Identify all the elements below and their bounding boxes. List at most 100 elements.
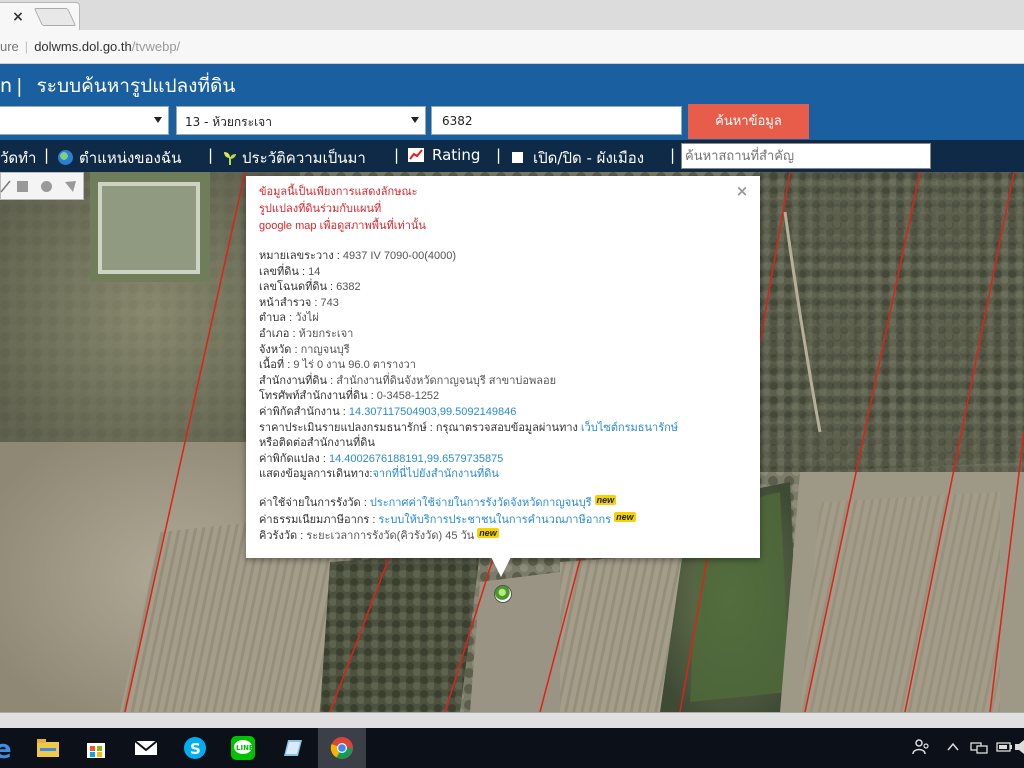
chevron-up-icon[interactable] xyxy=(946,740,960,754)
detail-label: เนื้อที่ : xyxy=(259,359,294,372)
tax-calculator-link[interactable]: ระบบให้บริการประชาชนในการคำนวณภาษีอากร xyxy=(379,514,612,526)
toolbar-item-history[interactable]: ประวัติความเป็นมา xyxy=(222,146,366,170)
detail-row-route: แสดงข้อมูลการเดินทาง:จากที่นี่ไปยังสำนัก… xyxy=(259,467,678,483)
logo-fragment: n xyxy=(0,75,13,97)
toolbar-item-measure[interactable]: วัดทำ xyxy=(0,146,36,170)
detail-label: หน้าสำรวจ : xyxy=(259,296,321,309)
site-title-text: ระบบค้นหารูปแปลงที่ดิน xyxy=(36,75,236,97)
people-icon[interactable] xyxy=(912,738,930,756)
detail-row-parcel-coord: ค่าพิกัดแปลง : 14.4002676188191,99.65797… xyxy=(259,452,678,468)
new-badge: new xyxy=(614,511,636,522)
checkbox-icon xyxy=(512,152,523,163)
detail-row-province: จังหวัด : กาญจนบุรี xyxy=(259,343,678,359)
svg-text:e: e xyxy=(0,736,12,760)
store-icon[interactable] xyxy=(84,736,108,760)
detail-row-office-coord: ค่าพิกัดสำนักงาน : 14.307117504903,99.50… xyxy=(259,405,678,421)
detail-label: โทรศัพท์สำนักงานที่ดิน : xyxy=(259,390,377,403)
detail-value: ระยะเวลาการรังวัด(คิวรังวัด) 45 วัน xyxy=(306,530,475,543)
detail-row-survey-fee: ค่าใช้จ่ายในการรังวัด : ประกาศค่าใช้จ่าย… xyxy=(259,494,678,512)
detail-label: ตำบล : xyxy=(259,312,296,325)
chart-icon xyxy=(408,148,424,162)
browser-tabstrip: × xyxy=(0,0,1024,30)
detail-label: สำนักงานที่ดิน : xyxy=(259,374,337,387)
network-icon[interactable] xyxy=(970,740,988,754)
line-icon[interactable]: LINE xyxy=(231,736,255,760)
detail-label: ค่าธรรมเนียมภาษีอากร : xyxy=(259,513,379,526)
disclaimer-line: รูปแปลงที่ดินร่วมกับแผนที่ xyxy=(259,203,382,215)
svg-text:LINE: LINE xyxy=(236,744,254,752)
app-icon[interactable] xyxy=(280,736,304,760)
disclaimer: ข้อมูลนี้เป็นเพียงการแสดงลักษณะ รูปแปลงท… xyxy=(259,184,426,235)
address-text[interactable]: ure | dolwms.dol.go.th/tvwebp/ xyxy=(0,39,180,54)
detail-row-area: เนื้อที่ : 9 ไร่ 0 งาน 96.0 ตารางวา xyxy=(259,358,678,374)
draw-tools xyxy=(0,172,84,200)
volume-icon[interactable] xyxy=(1014,739,1024,755)
detail-row-tambon: ตำบล : วังไผ่ xyxy=(259,311,678,327)
popup-pointer xyxy=(491,557,511,577)
toolbar-item-rating[interactable]: Rating xyxy=(408,146,480,164)
address-path: /tvwebp/ xyxy=(131,39,181,54)
browser-status-strip xyxy=(0,712,1024,728)
detail-label: อำเภอ : xyxy=(259,327,299,340)
detail-row-land-office: สำนักงานที่ดิน : สำนักงานที่ดินจังหวัดกา… xyxy=(259,374,678,390)
svg-text:S: S xyxy=(190,740,201,758)
toolbar-item-toggle-plan[interactable]: เปิด/ปิด - ผังเมือง xyxy=(512,146,644,170)
detail-row-queue: คิวรังวัด : ระยะเวลาการรังวัด(คิวรังวัด)… xyxy=(259,528,678,545)
detail-value: 6382 xyxy=(336,281,361,294)
mail-icon[interactable] xyxy=(134,736,158,760)
detail-value: 743 xyxy=(320,296,339,309)
address-host: dolwms.dol.go.th xyxy=(34,39,132,54)
detail-label: เลขโฉนดที่ดิน : xyxy=(259,281,337,294)
address-security-label: ure xyxy=(0,39,19,54)
detail-row-sheet: หมายเลขระวาง : 4937 IV 7090-00(4000) xyxy=(259,249,678,265)
detail-value: วังไผ่ xyxy=(295,312,319,325)
detail-value: 0-3458-1252 xyxy=(376,390,440,403)
search-button[interactable]: ค้นหาข้อมูล xyxy=(688,104,809,139)
toolbar-item-history-label: ประวัติความเป็นมา xyxy=(242,149,366,167)
place-search-input[interactable] xyxy=(681,143,931,169)
toolbar-item-my-location-label: ตำแหน่งของฉัน xyxy=(79,149,182,167)
disclaimer-line: ข้อมูลนี้เป็นเพียงการแสดงลักษณะ xyxy=(259,186,418,198)
skype-icon[interactable]: S xyxy=(183,736,207,760)
tab-close-icon[interactable]: × xyxy=(9,8,27,26)
close-icon[interactable]: × xyxy=(735,184,749,199)
detail-value: 9 ไร่ 0 งาน 96.0 ตารางวา xyxy=(293,359,416,372)
detail-row-survey-page: หน้าสำรวจ : 743 xyxy=(259,296,678,312)
toolbar-item-my-location[interactable]: ตำแหน่งของฉัน xyxy=(58,146,181,170)
line-tool-icon[interactable] xyxy=(0,180,12,193)
circle-tool-icon[interactable] xyxy=(40,180,53,193)
parcel-number-input[interactable]: 6382 xyxy=(431,106,682,135)
toolbar-item-rating-label: Rating xyxy=(432,146,481,164)
route-link[interactable]: จากที่นี่ไปยังสำนักงานที่ดิน xyxy=(372,468,498,480)
rectangle-tool-icon[interactable] xyxy=(16,180,29,193)
globe-icon xyxy=(58,150,73,165)
detail-value: 4937 IV 7090-00(4000) xyxy=(342,250,457,262)
polygon-tool-icon[interactable] xyxy=(64,180,77,193)
edge-icon[interactable]: e xyxy=(0,736,16,760)
detail-label: จังหวัด : xyxy=(259,343,301,356)
amphoe-select[interactable] xyxy=(0,106,169,135)
map-marker-icon[interactable] xyxy=(494,585,512,603)
detail-label: ค่าใช้จ่ายในการรังวัด : xyxy=(259,496,370,509)
sprout-icon xyxy=(224,152,236,165)
toolbar-item-toggle-plan-label: เปิด/ปิด - ผังเมือง xyxy=(533,149,645,167)
file-explorer-icon[interactable] xyxy=(36,736,60,760)
survey-fee-link[interactable]: ประกาศค่าใช้จ่ายในการรังวัดจังหวัดกาญจนบ… xyxy=(370,497,592,509)
parcel-coordinate-link[interactable]: 14.4002676188191,99.6579735875 xyxy=(329,453,503,465)
detail-row-land-no: เลขที่ดิน : 14 xyxy=(259,265,678,281)
chrome-icon[interactable] xyxy=(330,736,354,760)
detail-label: แสดงข้อมูลการเดินทาง: xyxy=(259,468,373,481)
screen: × ure | dolwms.dol.go.th/tvwebp/ n | ระบบค… xyxy=(0,0,1024,768)
parcel-info-popup: × ข้อมูลนี้เป็นเพียงการแสดงลักษณะ รูปแปล… xyxy=(246,176,760,558)
disclaimer-line: google map เพื่อดูสภาพพื้นที่เท่านั้น xyxy=(259,220,426,232)
site-header: n | ระบบค้นหารูปแปลงที่ดิน xyxy=(0,64,1024,104)
detail-value: สำนักงานที่ดินจังหวัดกาญจนบุรี สาขาบ่อพล… xyxy=(336,374,557,387)
detail-label: ราคาประเมินรายแปลงกรมธนารักษ์ : กรุณาตรว… xyxy=(259,421,581,434)
address-bar[interactable]: ure | dolwms.dol.go.th/tvwebp/ xyxy=(0,30,1024,64)
search-row: 13 - ห้วยกระเจา 6382 ค้นหาข้อมูล xyxy=(0,104,1024,140)
parcel-details: หมายเลขระวาง : 4937 IV 7090-00(4000) เลข… xyxy=(259,249,678,545)
treasury-website-link[interactable]: เว็บไซต์กรมธนารักษ์ xyxy=(581,422,678,434)
office-coordinate-link[interactable]: 14.307117504903,99.5092149846 xyxy=(349,406,516,418)
district-select[interactable]: 13 - ห้วยกระเจา xyxy=(176,106,426,135)
detail-value: กาญจนบุรี xyxy=(300,343,350,356)
